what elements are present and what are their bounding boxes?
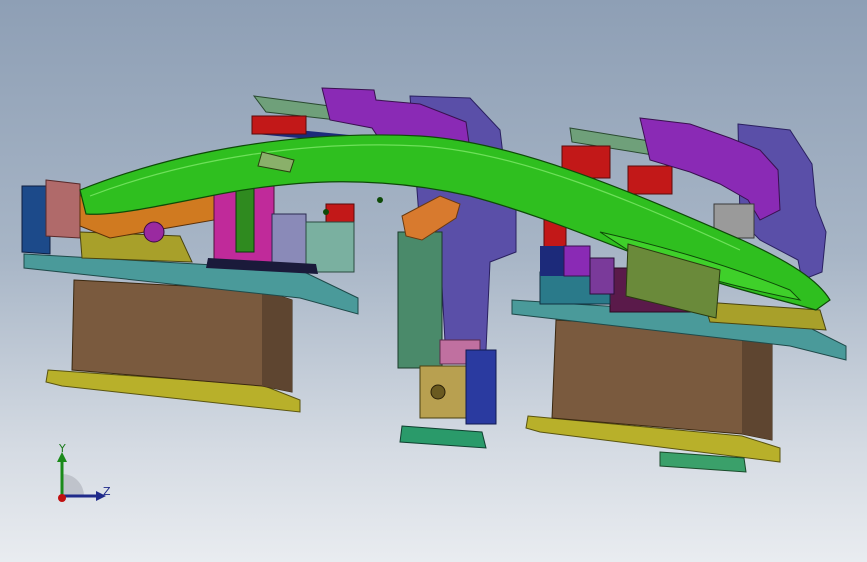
- left-gray-cylinder-housing[interactable]: [271, 213, 307, 271]
- right-red-block-2[interactable]: [627, 165, 673, 195]
- left-purple-boss: [143, 221, 165, 243]
- left-olive-plate[interactable]: [79, 231, 193, 263]
- cad-viewport[interactable]: Y Z: [0, 0, 867, 562]
- center-navy-bracket[interactable]: [465, 349, 497, 425]
- left-red-block-1[interactable]: [251, 115, 307, 135]
- right-block-side[interactable]: [742, 332, 772, 440]
- workpiece-hole-2: [377, 197, 383, 203]
- triad-origin: [58, 494, 66, 502]
- triad-graphic: [57, 452, 106, 502]
- center-bottom-tab[interactable]: [399, 425, 487, 449]
- center-bolt-hole: [430, 384, 446, 400]
- coordinate-triad: Y Z: [40, 438, 120, 518]
- left-block-side[interactable]: [262, 290, 292, 392]
- right-purple-block[interactable]: [563, 245, 591, 277]
- right-small-bracket[interactable]: [589, 257, 615, 295]
- triad-y-label: Y: [59, 442, 66, 455]
- triad-quadrant: [62, 474, 84, 496]
- cad-model[interactable]: [0, 0, 867, 562]
- left-pink-block[interactable]: [45, 179, 81, 239]
- center-sage-arm[interactable]: [397, 231, 443, 369]
- right-navy-column[interactable]: [540, 246, 564, 276]
- workpiece-hole-1: [323, 209, 329, 215]
- triad-z-label: Z: [103, 485, 111, 498]
